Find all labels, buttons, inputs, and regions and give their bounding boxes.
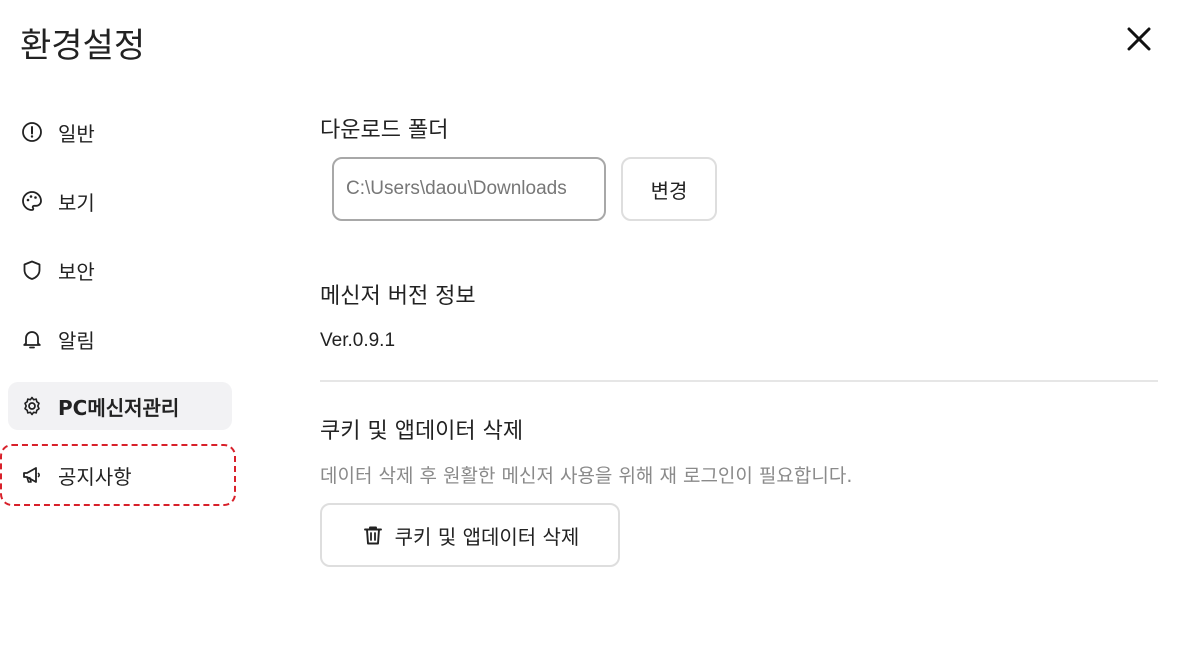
- sidebar-item-label: 공지사항: [58, 464, 132, 489]
- sidebar-item-security[interactable]: 보안: [8, 246, 232, 294]
- delete-cookies-button[interactable]: 쿠키 및 앱데이터 삭제: [320, 503, 620, 567]
- bell-icon: [20, 327, 44, 351]
- sidebar-item-label: PC메신저관리: [58, 395, 180, 420]
- sidebar-item-general[interactable]: 일반: [8, 108, 232, 156]
- sidebar-item-label: 일반: [58, 121, 95, 146]
- info-circle-icon: [20, 120, 44, 144]
- sidebar-item-label: 보기: [58, 190, 95, 215]
- version-value: Ver.0.9.1: [320, 330, 396, 351]
- palette-icon: [20, 189, 44, 213]
- version-heading: 메신저 버전 정보: [320, 284, 476, 309]
- trash-icon: [361, 523, 385, 547]
- page-title: 환경설정: [20, 26, 146, 66]
- sidebar-item-pc-messenger[interactable]: PC메신저관리: [8, 382, 232, 430]
- gear-icon: [20, 394, 44, 418]
- megaphone-icon: [20, 463, 44, 487]
- delete-cookies-label: 쿠키 및 앱데이터 삭제: [394, 524, 580, 549]
- sidebar-item-label: 보안: [58, 259, 95, 284]
- change-folder-button[interactable]: 변경: [621, 157, 717, 221]
- sidebar-item-label: 알림: [58, 328, 95, 353]
- download-path-field[interactable]: C:\Users\daou\Downloads: [332, 157, 606, 221]
- sidebar-item-view[interactable]: 보기: [8, 177, 232, 225]
- sidebar-item-notices[interactable]: 공지사항: [0, 444, 236, 506]
- cookies-description: 데이터 삭제 후 원활한 메신저 사용을 위해 재 로그인이 필요합니다.: [320, 465, 853, 487]
- close-icon: [1127, 27, 1151, 51]
- shield-icon: [20, 258, 44, 282]
- sidebar-item-notifications[interactable]: 알림: [8, 315, 232, 363]
- download-folder-heading: 다운로드 폴더: [320, 118, 449, 143]
- divider: [320, 380, 1158, 382]
- cookies-heading: 쿠키 및 앱데이터 삭제: [320, 419, 524, 444]
- close-button[interactable]: [1122, 22, 1156, 56]
